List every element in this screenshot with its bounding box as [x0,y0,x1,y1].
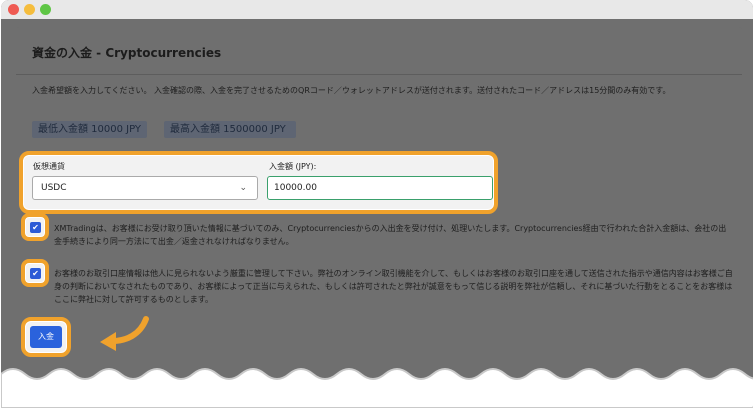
amount-input[interactable] [267,176,493,200]
deposit-button[interactable]: 入金 [30,326,62,348]
amount-label: 入金額 (JPY): [269,162,317,171]
intro-text: 入金希望額を入力してください。 入金確認の際、入金を完了させるためのQRコード／… [32,86,671,95]
close-window-icon[interactable] [8,4,19,15]
chevron-down-icon: ⌄ [239,183,247,193]
terms-checkbox-2[interactable]: ✔ [30,268,41,279]
pointer-arrow-icon [100,316,149,351]
highlighted-checkbox-2: ✔ [21,259,49,287]
browser-window: 資金の入金 - Cryptocurrencies 入金希望額を入力してください。… [1,0,753,408]
check-icon: ✔ [32,223,39,232]
highlighted-deposit-button: 入金 [21,317,71,357]
currency-label: 仮想通貨 [33,162,65,171]
check-icon: ✔ [32,269,39,278]
highlighted-checkbox-1: ✔ [21,213,49,241]
torn-edge [1,368,753,408]
title-divider [16,74,742,75]
page-title: 資金の入金 - Cryptocurrencies [32,46,222,60]
minimize-window-icon[interactable] [24,4,35,15]
maximize-window-icon[interactable] [40,4,51,15]
deposit-panel: 資金の入金 - Cryptocurrencies 入金希望額を入力してください。… [16,27,742,408]
min-deposit-badge: 最低入金額 10000 JPY [32,121,147,138]
terms-text-2: お客様のお取引口座情報は他人に見られないよう厳重に管理して下さい。弊社のオンライ… [54,269,733,304]
highlighted-input-group: 仮想通貨 入金額 (JPY): USDC ⌄ [19,151,498,214]
max-deposit-badge: 最高入金額 1500000 JPY [164,121,296,138]
terms-text-1: XMTradingは、お客様にお受け取り頂いた情報に基づいてのみ、Cryptoc… [54,224,727,246]
window-titlebar [1,0,753,19]
currency-select[interactable]: USDC ⌄ [32,176,258,200]
terms-checkbox-1[interactable]: ✔ [30,222,41,233]
currency-selected-value: USDC [41,183,67,193]
